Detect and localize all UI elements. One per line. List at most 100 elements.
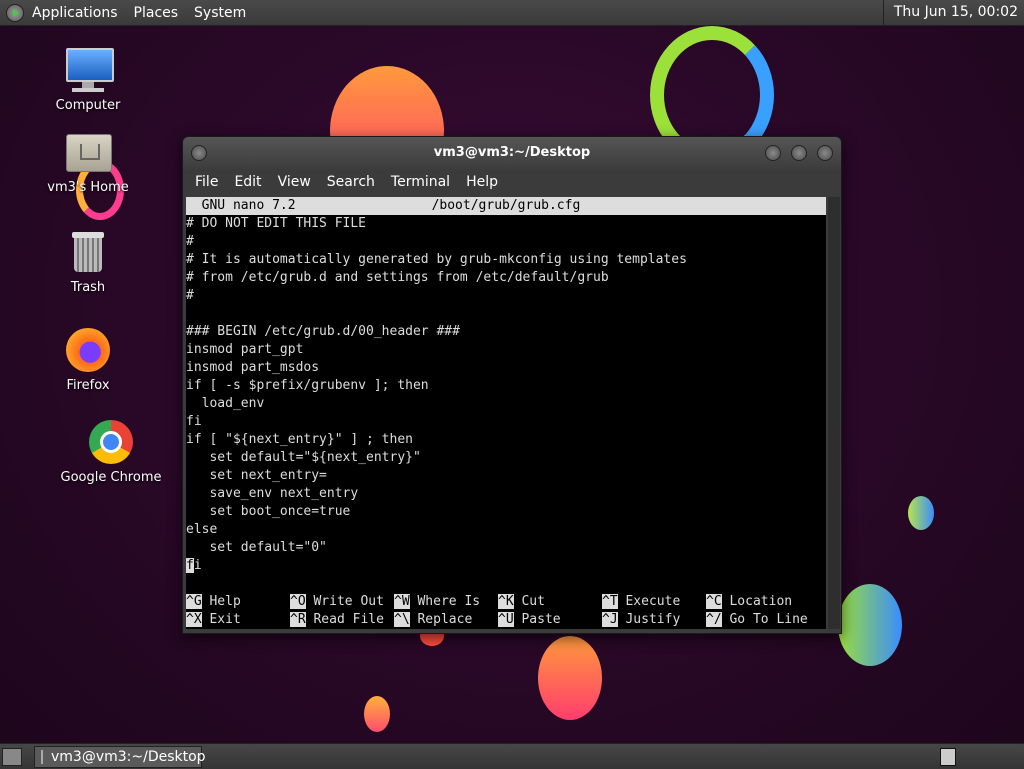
- shortcut-key: ^G: [186, 594, 202, 609]
- shortcut-key: ^O: [290, 594, 306, 609]
- nano-version: GNU nano 7.2: [186, 198, 296, 213]
- shortcut-label: Cut: [521, 594, 545, 609]
- desktop-icon-computer[interactable]: Computer: [33, 46, 143, 113]
- shortcut-label: Write Out: [313, 594, 384, 609]
- shortcut-item[interactable]: ^K Cut: [498, 593, 602, 611]
- shortcut-label: Read File: [313, 612, 384, 627]
- file-line: #: [186, 234, 194, 249]
- file-line: else: [186, 522, 218, 537]
- firefox-icon: [64, 326, 112, 374]
- shortcut-item[interactable]: ^\ Replace: [394, 611, 498, 629]
- shortcut-item[interactable]: ^J Justify: [602, 611, 706, 629]
- menu-search[interactable]: Search: [319, 174, 383, 190]
- terminal-scrollbar[interactable]: [828, 197, 840, 629]
- top-panel: Applications Places System Thu Jun 15, 0…: [0, 0, 1024, 26]
- file-line: [186, 305, 826, 323]
- terminal-content[interactable]: GNU nano 7.2/boot/grub/grub.cfg # DO NOT…: [186, 197, 826, 629]
- maximize-icon[interactable]: [791, 145, 807, 161]
- home-folder-icon: [64, 128, 112, 176]
- shortcut-key: ^W: [394, 594, 410, 609]
- menu-terminal[interactable]: Terminal: [383, 174, 458, 190]
- file-line: #: [186, 288, 194, 303]
- file-line: # from /etc/grub.d and settings from /et…: [186, 270, 609, 285]
- menu-help[interactable]: Help: [458, 174, 506, 190]
- file-line: ### BEGIN /etc/grub.d/00_header ###: [186, 324, 460, 339]
- desktop-icon-label: Firefox: [66, 378, 110, 393]
- shortcut-label: Where Is: [417, 594, 481, 609]
- file-line: fi: [186, 414, 202, 429]
- shortcut-key: ^J: [602, 612, 618, 627]
- menu-view[interactable]: View: [270, 174, 319, 190]
- taskbar-window-label: vm3@vm3:~/Desktop: [51, 749, 206, 765]
- shortcut-label: Location: [729, 594, 793, 609]
- trash-icon: [64, 228, 112, 276]
- file-line: # DO NOT EDIT THIS FILE: [186, 216, 367, 231]
- desktop-icon-label: vm3's Home: [47, 180, 129, 195]
- file-line: insmod part_gpt: [186, 342, 304, 357]
- shortcut-key: ^R: [290, 612, 306, 627]
- shortcut-label: Exit: [209, 612, 241, 627]
- places-menu[interactable]: Places: [126, 5, 187, 21]
- cursor-line: fi: [186, 557, 826, 575]
- file-lines: # DO NOT EDIT THIS FILE # # It is automati…: [186, 215, 826, 557]
- file-line: set next_entry=: [186, 468, 327, 483]
- shortcut-item[interactable]: ^T Execute: [602, 593, 706, 611]
- close-icon[interactable]: [817, 145, 833, 161]
- nano-shortcuts: ^G Help ^O Write Out ^W Where Is ^K Cut ^T E…: [186, 593, 826, 629]
- file-line: set boot_once=true: [186, 504, 351, 519]
- desktop-icon-firefox[interactable]: Firefox: [33, 326, 143, 393]
- computer-icon: [64, 46, 114, 94]
- window-titlebar[interactable]: vm3@vm3:~/Desktop: [183, 137, 841, 169]
- file-line: if [ "${next_entry}" ] ; then: [186, 432, 413, 447]
- desktop-icon-label: Trash: [70, 280, 106, 295]
- file-line: if [ -s $prefix/grubenv ]; then: [186, 378, 429, 393]
- menu-edit[interactable]: Edit: [226, 174, 269, 190]
- file-line: insmod part_msdos: [186, 360, 320, 375]
- shortcut-item[interactable]: ^X Exit: [186, 611, 290, 629]
- nano-header: GNU nano 7.2/boot/grub/grub.cfg: [186, 197, 826, 215]
- shortcut-item[interactable]: ^G Help: [186, 593, 290, 611]
- shortcut-item[interactable]: ^R Read File: [290, 611, 394, 629]
- shortcut-item[interactable]: ^U Paste: [498, 611, 602, 629]
- window-menubar: File Edit View Search Terminal Help: [183, 169, 841, 195]
- file-line: load_env: [186, 396, 265, 411]
- terminal-window[interactable]: vm3@vm3:~/Desktop File Edit View Search …: [182, 136, 842, 634]
- wallpaper-blue-dot: [908, 496, 934, 530]
- shortcut-row-2: ^X Exit ^R Read File ^\ Replace ^U Paste ^J …: [186, 611, 826, 629]
- menu-file[interactable]: File: [187, 174, 226, 190]
- desktop-icon-chrome[interactable]: Google Chrome: [56, 418, 166, 485]
- text-cursor: f: [186, 558, 194, 573]
- shortcut-label: Replace: [417, 612, 473, 627]
- file-line: set default="0": [186, 540, 327, 555]
- system-menu[interactable]: System: [186, 5, 254, 21]
- nano-filename: /boot/grub/grub.cfg: [431, 198, 581, 213]
- chrome-icon: [87, 418, 135, 466]
- desktop-icon-home[interactable]: vm3's Home: [33, 128, 143, 195]
- shortcut-item[interactable]: ^/ Go To Line: [706, 611, 810, 629]
- file-line: set default="${next_entry}": [186, 450, 421, 465]
- shortcut-item[interactable]: ^W Where Is: [394, 593, 498, 611]
- shortcut-label: Paste: [521, 612, 561, 627]
- show-desktop-button[interactable]: [2, 748, 22, 766]
- desktop-icon-label: Google Chrome: [60, 470, 162, 485]
- shortcut-label: Help: [209, 594, 241, 609]
- shortcut-key: ^T: [602, 594, 618, 609]
- taskbar-window-button[interactable]: vm3@vm3:~/Desktop: [34, 746, 206, 768]
- minimize-icon[interactable]: [765, 145, 781, 161]
- shortcut-key: ^C: [706, 594, 722, 609]
- shortcut-key: ^/: [706, 612, 722, 627]
- shortcut-key: ^K: [498, 594, 514, 609]
- bottom-panel: vm3@vm3:~/Desktop: [0, 743, 1024, 769]
- file-line: save_env next_entry: [186, 486, 359, 501]
- applications-menu-icon[interactable]: [6, 3, 24, 22]
- shortcut-item[interactable]: ^C Location: [706, 593, 810, 611]
- shortcut-key: ^\: [394, 612, 410, 627]
- applications-menu[interactable]: Applications: [24, 5, 126, 21]
- workspace-switcher[interactable]: [940, 748, 956, 766]
- shortcut-key: ^X: [186, 612, 202, 627]
- desktop-icon-trash[interactable]: Trash: [33, 228, 143, 295]
- shortcut-item[interactable]: ^O Write Out: [290, 593, 394, 611]
- shortcut-label: Execute: [625, 594, 681, 609]
- window-title: vm3@vm3:~/Desktop: [433, 145, 591, 160]
- clock[interactable]: Thu Jun 15, 00:02: [882, 0, 1024, 25]
